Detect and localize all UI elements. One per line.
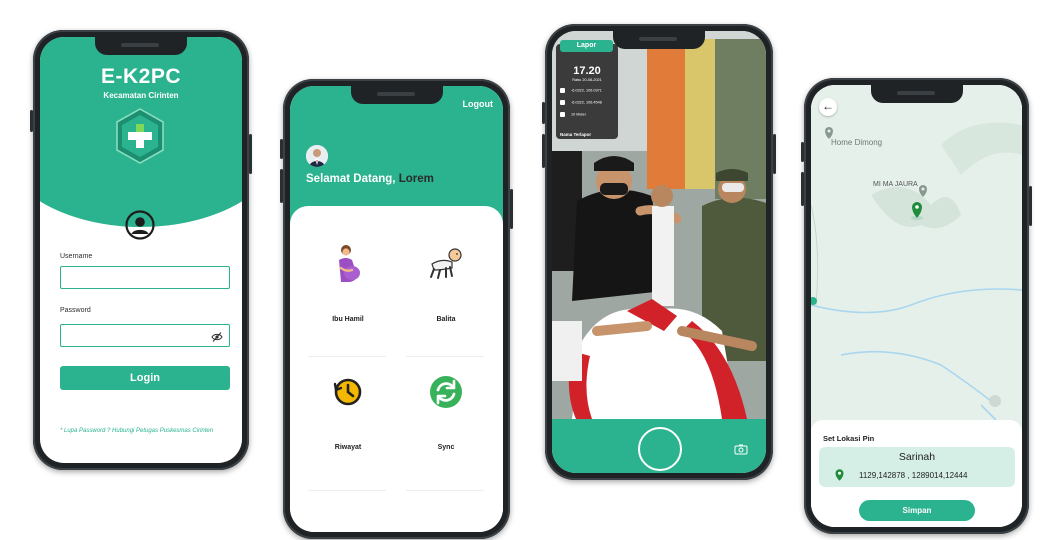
location-value: -6.0322, 106.0371 xyxy=(571,88,602,93)
menu-label-ibu-hamil: Ibu Hamil xyxy=(332,316,364,323)
location-pin-icon xyxy=(835,468,844,481)
welcome-name: Lorem xyxy=(398,173,434,185)
phone-side-button xyxy=(249,134,252,174)
login-button[interactable]: Login xyxy=(60,366,230,390)
map-label-poi: Home Dimong xyxy=(831,138,883,147)
phone-side-button xyxy=(280,169,283,203)
report-date: Rabu 20-08-2021 xyxy=(572,78,602,82)
home-screen: Logout Selamat Datang, Lorem Ibu Hamil B… xyxy=(290,86,503,532)
reporter-name-label: Nama Terlapor xyxy=(560,132,592,137)
phone-side-button xyxy=(542,134,545,168)
phone-side-button xyxy=(801,172,804,206)
switch-camera-icon[interactable] xyxy=(734,442,748,455)
distance-row: 10 Meter xyxy=(560,112,616,117)
person-pin-icon xyxy=(560,100,565,105)
selected-location-pin-icon xyxy=(911,202,923,221)
phone-notch xyxy=(350,86,443,104)
login-screen: E-K2PC Kecamatan Cirinten Username Passw… xyxy=(40,37,242,463)
menu-label-balita: Balita xyxy=(436,316,456,323)
location-value: -6.0322, 106.4548 xyxy=(571,100,602,105)
menu-card: Ibu Hamil Balita Riwayat Sync xyxy=(290,206,503,532)
app-subtitle: Kecamatan Cirinten xyxy=(103,91,179,100)
welcome-prefix: Selamat Datang, xyxy=(306,173,396,185)
report-info-overlay: Lapor 17.20 Rabu 20-08-2021 -6.0322, 106… xyxy=(556,40,618,139)
forgot-password-text[interactable]: * Lupa Password ? Hubungi Petugas Puskes… xyxy=(60,428,213,434)
username-field[interactable] xyxy=(60,266,230,289)
location-coordinates: 1129,142878 , 1289014,12444 xyxy=(859,471,968,480)
password-field[interactable] xyxy=(60,324,230,347)
panel-title: Set Lokasi Pin xyxy=(823,434,875,443)
app-title: E-K2PC xyxy=(100,65,182,88)
report-time: 17.20 xyxy=(573,65,601,77)
camera-control-bar xyxy=(552,419,766,473)
welcome-text: Selamat Datang, Lorem xyxy=(306,173,434,185)
phone-side-button xyxy=(510,189,513,229)
eye-slash-icon[interactable] xyxy=(211,330,223,342)
phone-map: ← Home Dimong MI MA JAURA Set Lokasi Pin… xyxy=(801,78,1032,534)
green-cross-hexagon-icon xyxy=(114,107,166,165)
phone-notch xyxy=(613,31,705,49)
location-info-box: Sarinah 1129,142878 , 1289014,12444 xyxy=(819,447,1015,487)
phone-side-button xyxy=(773,134,776,174)
phone-side-button xyxy=(801,142,804,162)
pregnant-woman-icon xyxy=(326,242,370,286)
phone-camera: Lapor 17.20 Rabu 20-08-2021 -6.0322, 106… xyxy=(542,24,776,480)
profile-photo xyxy=(306,145,328,167)
arrow-left-icon[interactable]: ← xyxy=(819,98,837,116)
menu-item-ibu-hamil[interactable]: Ibu Hamil xyxy=(308,224,388,324)
phone-notch xyxy=(95,37,187,55)
password-label: Password xyxy=(60,307,91,314)
menu-divider xyxy=(406,490,484,491)
location-name: Sarinah xyxy=(898,451,936,463)
tab-lapor[interactable]: Lapor xyxy=(560,40,613,52)
user-circle-icon xyxy=(125,210,155,240)
distance-value: 10 Meter xyxy=(571,112,586,117)
shutter-button-icon[interactable] xyxy=(638,427,682,471)
phone-login: E-K2PC Kecamatan Cirinten Username Passw… xyxy=(30,30,252,470)
camera-preview-photo: Lapor 17.20 Rabu 20-08-2021 -6.0322, 106… xyxy=(552,31,766,419)
set-pin-panel: Set Lokasi Pin Sarinah 1129,142878 , 128… xyxy=(811,420,1022,527)
phone-side-button xyxy=(280,139,283,159)
location-row: -6.0322, 106.0371 xyxy=(560,88,616,93)
save-button[interactable]: Simpan xyxy=(859,500,975,521)
menu-label-riwayat: Riwayat xyxy=(334,444,362,451)
username-label: Username xyxy=(60,253,93,260)
home-icon xyxy=(560,88,565,93)
phone-side-button xyxy=(30,110,33,132)
history-clock-icon xyxy=(326,370,370,414)
sync-icon xyxy=(424,370,468,414)
eye-icon xyxy=(560,112,565,117)
phone-notch xyxy=(870,85,963,103)
menu-label-sync: Sync xyxy=(437,444,455,451)
crawling-baby-icon xyxy=(424,242,468,286)
menu-divider xyxy=(308,490,386,491)
phone-side-button xyxy=(1029,186,1032,226)
camera-screen: Lapor 17.20 Rabu 20-08-2021 -6.0322, 106… xyxy=(552,31,766,473)
app-showcase: E-K2PC Kecamatan Cirinten Username Passw… xyxy=(0,0,1040,540)
phone-side-button xyxy=(542,102,545,124)
map-screen: ← Home Dimong MI MA JAURA Set Lokasi Pin… xyxy=(811,85,1022,527)
menu-item-balita[interactable]: Balita xyxy=(406,224,486,324)
location-row: -6.0322, 106.4548 xyxy=(560,100,616,105)
menu-item-riwayat[interactable]: Riwayat xyxy=(308,352,388,452)
logout-button[interactable]: Logout xyxy=(463,99,494,109)
menu-item-sync[interactable]: Sync xyxy=(406,352,486,452)
map-label-poi: MI MA JAURA xyxy=(873,181,918,188)
phone-home: Logout Selamat Datang, Lorem Ibu Hamil B… xyxy=(280,79,513,539)
